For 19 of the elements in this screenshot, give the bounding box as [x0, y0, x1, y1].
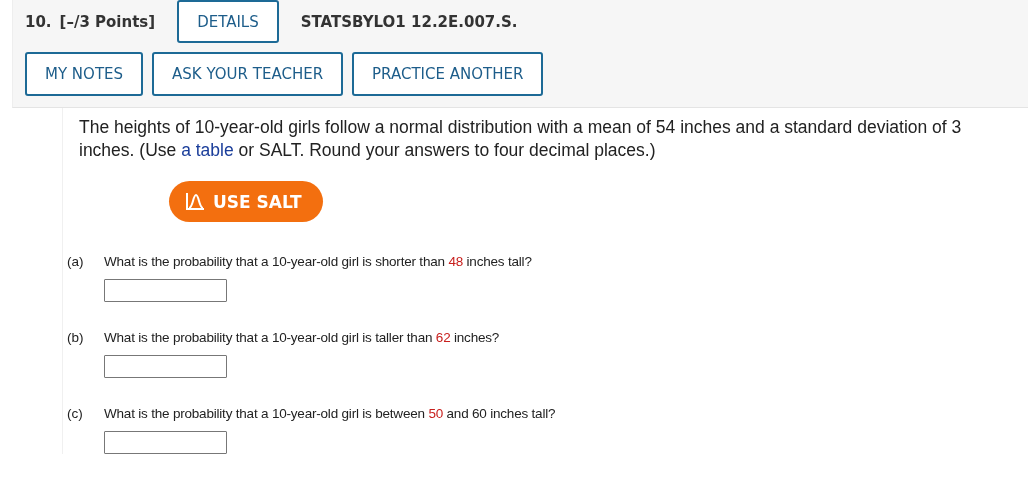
part-label: (a): [67, 254, 85, 269]
question-number: 10.: [25, 12, 52, 31]
header-button[interactable]: ASK YOUR TEACHER: [152, 52, 344, 96]
answer-field[interactable]: [104, 355, 227, 378]
answer-field[interactable]: [104, 279, 227, 302]
part-label: (b): [67, 330, 85, 345]
question-text: What is the probability that a 10-year-old girl is taller than 62 inches?: [104, 330, 501, 345]
details-button[interactable]: DETAILS: [177, 0, 279, 43]
question-text: What is the probability that a 10-year-old girl is between 50 and 60 inches tall?: [104, 406, 557, 421]
points-label: [–/3 Points]: [59, 12, 156, 31]
curve-icon: [185, 192, 205, 211]
part-label: (c): [67, 406, 84, 421]
header-button[interactable]: PRACTICE ANOTHER: [352, 52, 544, 96]
problem-code: STATSBYLO1 12.2E.007.S.: [300, 12, 518, 31]
problem-text: The heights of 10-year-old girls follow a normal distribution with a mean of 54 inches and a standard deviation of 3 inches. (Use a table or SALT. Round your answers to four decimal places.): [79, 116, 963, 162]
answer-field[interactable]: [104, 431, 227, 454]
table-link[interactable]: a table: [181, 140, 234, 160]
question-text: What is the probability that a 10-year-old girl is shorter than 48 inches tall?: [104, 254, 533, 269]
header-button[interactable]: MY NOTES: [25, 52, 144, 96]
